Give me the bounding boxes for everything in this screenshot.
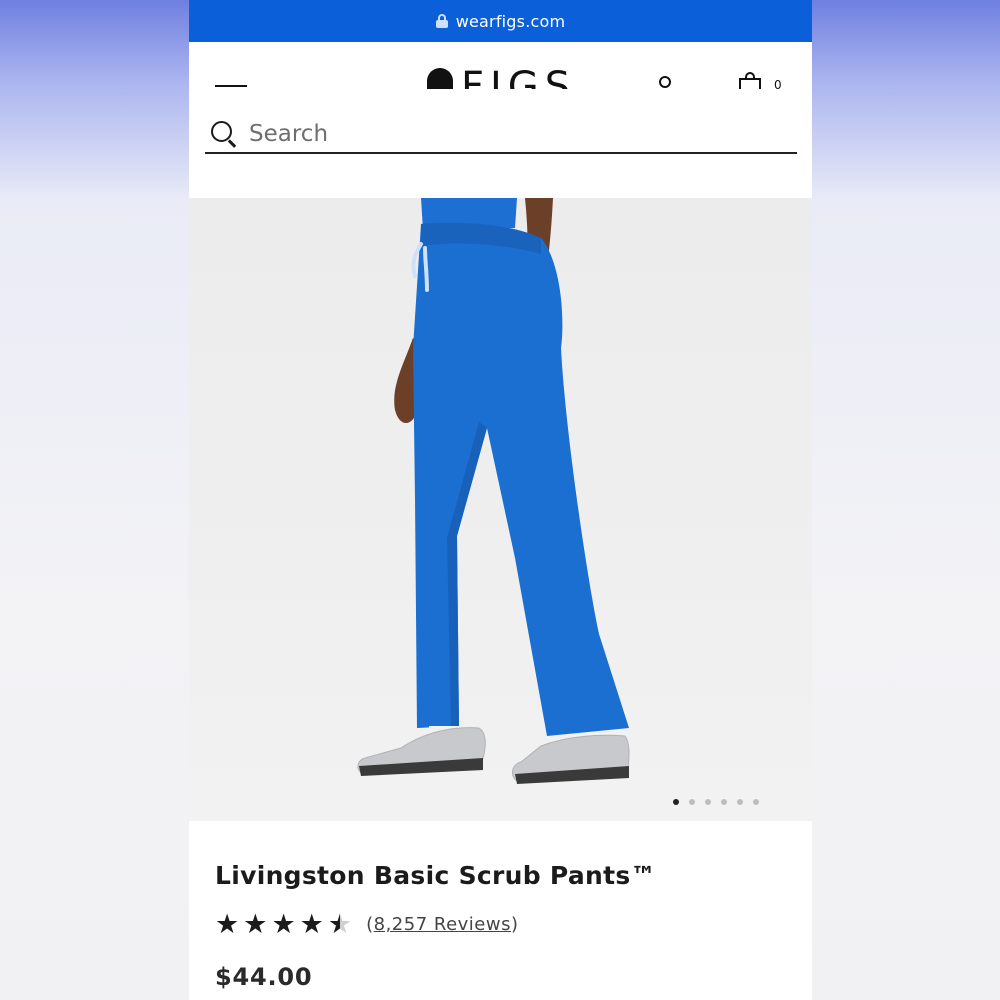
phone-screen: wearfigs.com FIGS 0 Search Livingston Ba…	[189, 0, 812, 1000]
star-icon: ★	[215, 909, 240, 940]
figs-logo[interactable]: FIGS	[427, 64, 576, 89]
header-bar: FIGS 0	[189, 42, 812, 89]
product-image[interactable]	[189, 198, 812, 821]
rating-stars: ★ ★ ★ ★ ★	[215, 911, 352, 938]
browser-url-bar[interactable]: wearfigs.com	[189, 0, 812, 42]
search-icon[interactable]	[211, 121, 237, 148]
lock-icon	[435, 14, 448, 28]
product-title: Livingston Basic Scrub Pants™	[215, 861, 656, 890]
gallery-dots[interactable]	[673, 799, 759, 805]
star-icon: ★	[243, 909, 268, 940]
reviews-open-paren: (	[366, 914, 374, 935]
menu-icon[interactable]	[215, 85, 247, 87]
url-text: wearfigs.com	[455, 11, 566, 31]
gallery-dot[interactable]	[737, 799, 743, 805]
reviews-count: 8,257 Reviews	[373, 914, 511, 935]
gallery-dot[interactable]	[721, 799, 727, 805]
gallery-dot[interactable]	[705, 799, 711, 805]
logo-mark-icon	[427, 68, 453, 89]
gallery-dot[interactable]	[689, 799, 695, 805]
bag-icon[interactable]	[739, 72, 761, 89]
logo-text: FIGS	[461, 64, 577, 89]
product-info: Livingston Basic Scrub Pants™ ★ ★ ★ ★ ★ (8,2…	[189, 821, 812, 1000]
product-photo-illustration	[357, 198, 630, 784]
product-rating: ★ ★ ★ ★ ★ (8,257 Reviews)	[215, 911, 519, 938]
bag-count: 0	[774, 78, 782, 89]
scrub-pants	[413, 222, 629, 736]
star-icon: ★	[299, 909, 324, 940]
gallery-dot[interactable]	[673, 799, 679, 805]
account-icon[interactable]	[659, 76, 671, 88]
search-bar[interactable]	[205, 116, 797, 154]
star-icon: ★	[271, 909, 296, 940]
product-price: $44.00	[215, 963, 313, 991]
site-header: FIGS 0	[189, 42, 812, 198]
gallery-dot[interactable]	[753, 799, 759, 805]
star-half-icon: ★	[327, 909, 353, 940]
reviews-close-paren: )	[510, 914, 519, 935]
search-input[interactable]	[249, 121, 749, 147]
reviews-link[interactable]: (8,257 Reviews)	[366, 914, 518, 935]
